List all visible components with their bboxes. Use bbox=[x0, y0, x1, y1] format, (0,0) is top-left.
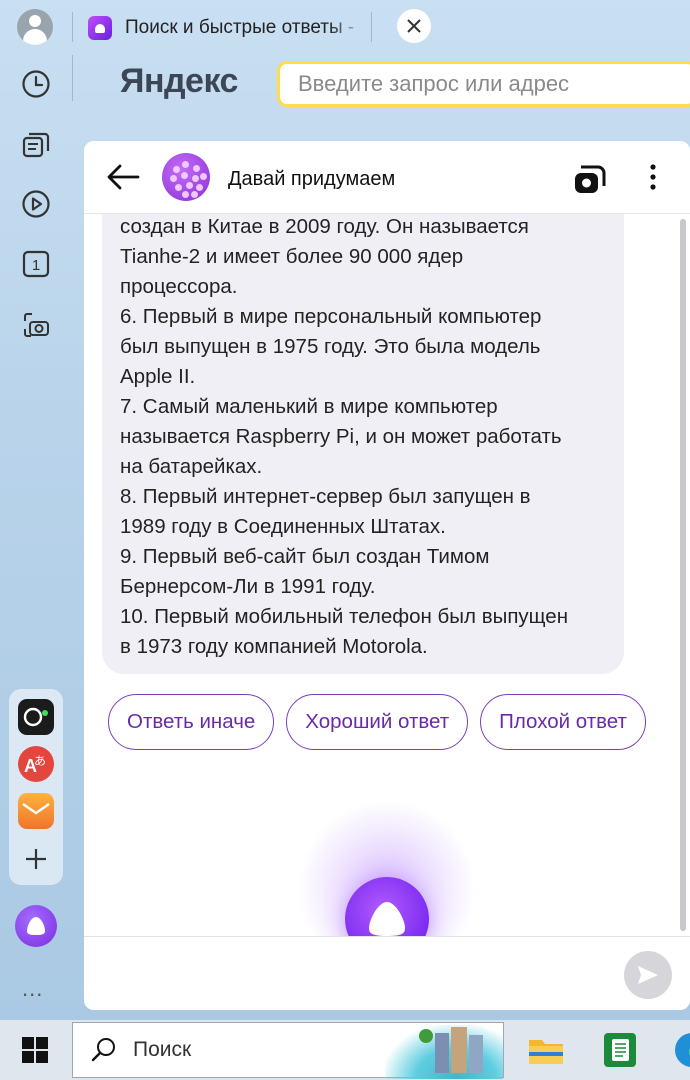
taskbar-search-label: Поиск bbox=[133, 1038, 192, 1061]
windows-taskbar: Поиск bbox=[0, 1020, 690, 1080]
spreadsheet-app-icon[interactable] bbox=[600, 1030, 640, 1070]
yandex-logo[interactable]: Яндекс bbox=[120, 62, 238, 101]
message-line: был выпущен в 1975 году. Это была модель bbox=[120, 335, 541, 358]
suggestion-chip-good-answer[interactable]: Хороший ответ bbox=[286, 694, 469, 750]
edge-browser-icon[interactable] bbox=[672, 1030, 690, 1070]
video-play-icon[interactable] bbox=[16, 184, 56, 224]
bot-name: Давай придумаем bbox=[228, 168, 396, 190]
message-line: Бернерсом-Ли в 1991 году. bbox=[120, 575, 376, 598]
alice-tab-favicon-icon bbox=[88, 16, 112, 40]
message-line: называется Raspberry Pi, и он может рабо… bbox=[120, 425, 562, 448]
alice-sidebar-icon[interactable] bbox=[15, 905, 57, 947]
windows-start-icon[interactable] bbox=[22, 1037, 48, 1068]
back-arrow-icon[interactable] bbox=[106, 163, 140, 196]
screenshot-camera-icon[interactable] bbox=[16, 305, 56, 345]
chat-scrollbar[interactable] bbox=[680, 219, 686, 931]
message-line: в 1973 году компанией Motorola. bbox=[120, 635, 428, 658]
extensions-panel: Aあ bbox=[9, 689, 63, 885]
history-clock-icon[interactable] bbox=[16, 64, 56, 104]
suggestion-chips: Ответь иначе Хороший ответ Плохой ответ bbox=[108, 694, 646, 750]
alice-icon bbox=[369, 902, 405, 936]
message-input[interactable] bbox=[104, 951, 608, 993]
translator-icon[interactable]: Aあ bbox=[18, 746, 54, 782]
add-extension-plus-icon[interactable] bbox=[18, 841, 54, 877]
address-bar[interactable] bbox=[277, 61, 690, 107]
tab-count-icon[interactable]: 1 bbox=[16, 244, 56, 284]
message-line: процессора. bbox=[120, 275, 238, 298]
browser-sidebar: 1 Aあ ... bbox=[0, 0, 72, 1020]
tab-count-label: 1 bbox=[32, 257, 40, 274]
message-input-area bbox=[84, 936, 690, 1010]
screen-recorder-icon[interactable] bbox=[18, 699, 54, 735]
suggestion-chip-answer-differently[interactable]: Ответь иначе bbox=[108, 694, 275, 750]
send-icon bbox=[638, 966, 658, 984]
search-icon bbox=[91, 1038, 115, 1062]
tab-title: Поиск и быстрые ответы - bbox=[125, 17, 355, 38]
suggestion-chip-bad-answer[interactable]: Плохой ответ bbox=[480, 694, 646, 750]
message-line: 8. Первый интернет-сервер был запущен в bbox=[120, 485, 531, 508]
message-line: создан в Китае в 2009 году. Он называетс… bbox=[120, 215, 529, 238]
share-icon[interactable] bbox=[572, 161, 608, 200]
file-explorer-icon[interactable] bbox=[526, 1030, 566, 1070]
message-line: на батарейках. bbox=[120, 455, 263, 478]
sidebar-more-icon[interactable]: ... bbox=[22, 976, 43, 1002]
alice-chat-panel: Давай придумаем создан в Китае в 2009 го… bbox=[84, 141, 690, 1010]
bot-message-bubble: создан в Китае в 2009 году. Он называетс… bbox=[102, 214, 624, 674]
message-line: 10. Первый мобильный телефон был выпущен bbox=[120, 605, 569, 628]
collections-cards-icon[interactable] bbox=[16, 125, 56, 165]
close-tab-button[interactable] bbox=[397, 9, 431, 43]
message-line: Apple II. bbox=[120, 365, 196, 388]
address-input[interactable] bbox=[296, 70, 680, 98]
tab-separator-left bbox=[72, 12, 73, 42]
profile-avatar[interactable] bbox=[17, 9, 53, 45]
chat-header: Давай придумаем bbox=[84, 141, 690, 214]
message-line: 9. Первый веб-сайт был создан Тимом bbox=[120, 545, 490, 568]
message-line: 1989 году в Соединенных Штатах. bbox=[120, 515, 446, 538]
svg-text:あ: あ bbox=[34, 754, 46, 768]
tab-separator bbox=[371, 12, 372, 42]
logo-separator bbox=[72, 55, 73, 101]
active-tab[interactable]: Поиск и быстрые ответы - bbox=[76, 6, 372, 50]
send-button[interactable] bbox=[624, 951, 672, 999]
more-menu-icon[interactable] bbox=[642, 163, 664, 196]
search-highlight-illustration bbox=[385, 1025, 503, 1079]
message-line: Tianhe-2 и имеет более 90 000 ядер bbox=[120, 245, 464, 268]
messages-area: создан в Китае в 2009 году. Он называетс… bbox=[84, 214, 690, 936]
close-icon bbox=[407, 19, 421, 33]
message-line: 7. Самый маленький в мире компьютер bbox=[120, 395, 498, 418]
mail-icon[interactable] bbox=[18, 793, 54, 829]
bot-avatar bbox=[162, 153, 210, 201]
message-line: 6. Первый в мире персональный компьютер bbox=[120, 305, 542, 328]
